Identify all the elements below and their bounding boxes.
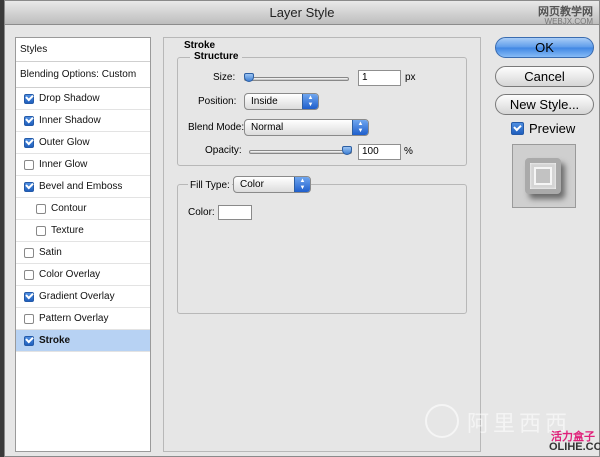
style-item-label: Satin [39,246,62,258]
blend-mode-label: Blend Mode: [188,122,245,133]
blend-mode-select[interactable]: Normal ▲ ▼ [244,119,369,136]
style-item-checkbox[interactable] [24,181,34,192]
opacity-label: Opacity: [205,145,242,156]
fill-group: Fill Type: Color ▲ ▼ Color: [177,176,467,314]
stroke-panel: Stroke Structure Size: 1 px Position: In… [163,37,481,452]
preview-square-inner [534,167,552,185]
style-item-checkbox[interactable] [24,313,34,324]
style-item-pattern-overlay[interactable]: Pattern Overlay [16,308,150,330]
style-item-color-overlay[interactable]: Color Overlay [16,264,150,286]
style-item-drop-shadow[interactable]: Drop Shadow [16,88,150,110]
style-item-label: Bevel and Emboss [39,180,123,192]
size-input[interactable]: 1 [358,70,401,86]
ok-button[interactable]: OK [495,37,594,58]
fill-type-label: Fill Type: [188,180,232,191]
opacity-input[interactable]: 100 [358,144,401,160]
position-label: Position: [198,96,237,107]
style-item-checkbox[interactable] [24,137,34,148]
opacity-slider[interactable] [249,150,352,154]
style-item-contour[interactable]: Contour [16,198,150,220]
watermark-bottom-site: OLIHE.COM [549,441,600,453]
style-item-checkbox[interactable] [24,269,34,280]
style-item-checkbox[interactable] [24,291,34,302]
style-item-label: Drop Shadow [39,92,100,104]
style-item-label: Contour [51,202,87,214]
color-label: Color: [188,207,215,218]
layer-style-dialog: Layer Style 网页教学网 WEBJX.COM Styles Blend… [4,0,600,457]
preview-toggle[interactable]: Preview [511,121,575,136]
watermark-top-cn: 网页教学网 [538,6,593,18]
style-item-label: Outer Glow [39,136,90,148]
fill-type-select[interactable]: Color ▲ ▼ [233,176,311,193]
style-item-label: Inner Glow [39,158,88,170]
preview-label: Preview [529,121,576,136]
style-preview-thumbnail [512,144,576,208]
structure-group: Structure Size: 1 px Position: Inside ▲ ▼… [177,51,467,166]
watermark-top-url: WEBJX.COM [544,17,593,26]
style-item-label: Pattern Overlay [39,312,109,324]
style-item-label: Texture [51,224,84,236]
size-label: Size: [213,72,236,83]
watermark-logo-icon [425,404,459,438]
style-item-checkbox[interactable] [24,93,34,104]
watermark-top: 网页教学网 WEBJX.COM [538,7,593,27]
style-item-stroke[interactable]: Stroke [16,330,150,352]
style-item-label: Stroke [39,334,71,346]
preview-checkbox[interactable] [511,122,524,135]
dialog-title: Layer Style [269,5,335,20]
style-item-checkbox[interactable] [36,203,46,214]
style-item-satin[interactable]: Satin [16,242,150,264]
style-item-label: Inner Shadow [39,114,101,126]
size-slider[interactable] [244,77,349,81]
style-item-label: Gradient Overlay [39,290,115,302]
blend-mode-value: Normal [251,122,284,133]
style-item-gradient-overlay[interactable]: Gradient Overlay [16,286,150,308]
position-value: Inside [251,96,278,107]
blending-options-item[interactable]: Blending Options: Custom [16,62,150,88]
style-item-texture[interactable]: Texture [16,220,150,242]
stroke-heading: Stroke [184,40,216,51]
style-item-inner-glow[interactable]: Inner Glow [16,154,150,176]
title-bar[interactable]: Layer Style 网页教学网 WEBJX.COM [5,1,599,27]
style-item-outer-glow[interactable]: Outer Glow [16,132,150,154]
watermark-bottom: 阿里西西 活力盒子 OLIHE.COM [425,396,600,457]
style-item-bevel-and-emboss[interactable]: Bevel and Emboss [16,176,150,198]
style-item-checkbox[interactable] [24,335,34,346]
style-item-checkbox[interactable] [36,225,46,236]
popup-arrows-icon: ▲ ▼ [294,177,310,192]
popup-arrows-icon: ▲ ▼ [352,120,368,135]
style-item-checkbox[interactable] [24,247,34,258]
cancel-button[interactable]: Cancel [495,66,594,87]
preview-square-outer [525,158,561,194]
fill-type-value: Color [240,179,264,190]
style-item-label: Color Overlay [39,268,101,280]
new-style-button[interactable]: New Style... [495,94,594,115]
popup-arrows-icon: ▲ ▼ [302,94,318,109]
opacity-unit: % [404,146,413,157]
size-unit: px [405,72,416,83]
style-item-checkbox[interactable] [24,115,34,126]
style-item-inner-shadow[interactable]: Inner Shadow [16,110,150,132]
styles-header[interactable]: Styles [16,38,150,62]
position-select[interactable]: Inside ▲ ▼ [244,93,319,110]
styles-list: Styles Blending Options: Custom Drop Sha… [15,37,151,452]
structure-legend: Structure [190,51,243,62]
style-item-checkbox[interactable] [24,159,34,170]
stroke-color-swatch[interactable] [218,205,252,220]
